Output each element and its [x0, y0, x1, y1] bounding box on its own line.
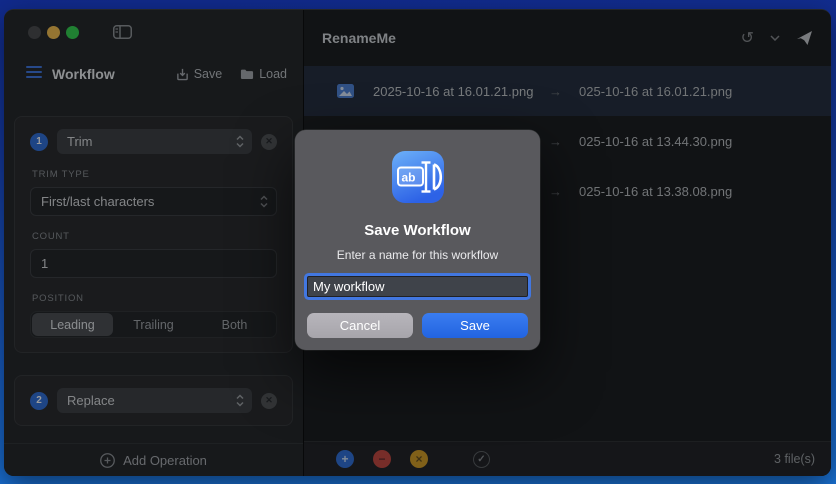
- close-icon: ✕: [265, 395, 273, 405]
- icon-letters: ab: [401, 171, 415, 185]
- up-down-chevrons-icon: [236, 135, 244, 148]
- renamed-filename: 025-10-16 at 13.44.30.png: [579, 133, 733, 149]
- file-row[interactable]: 2025-10-16 at 16.01.21.png → 025-10-16 a…: [304, 66, 831, 116]
- menu-icon[interactable]: [26, 65, 42, 83]
- add-operation-label: Add Operation: [123, 452, 207, 468]
- main-header: RenameMe ↺: [304, 10, 831, 66]
- dialog-subtitle: Enter a name for this workflow: [336, 248, 499, 262]
- save-icon: [176, 68, 188, 80]
- rename-arrow-icon: →: [549, 133, 562, 149]
- remove-operation-button[interactable]: ✕: [261, 392, 277, 409]
- save-workflow-dialog: ab Save Workflow Enter a name for this w…: [295, 130, 540, 350]
- position-segmented-control: Leading Trailing Both: [30, 311, 277, 338]
- up-down-chevrons-icon: [236, 394, 244, 407]
- folder-icon: [241, 69, 254, 79]
- sidebar-toggle-icon[interactable]: [113, 25, 132, 39]
- bottom-toolbar: + − × ✓ 3 file(s): [304, 441, 831, 476]
- close-button[interactable]: [28, 25, 41, 39]
- operation-number-badge: 2: [30, 391, 48, 410]
- operation-card-1: 1 Trim ✕ TRIM TYPE First/last characters…: [14, 116, 293, 353]
- plus-icon: +: [341, 452, 349, 466]
- count-input[interactable]: [41, 256, 268, 271]
- renamed-filename: 025-10-16 at 13.38.08.png: [579, 183, 733, 199]
- segment-leading[interactable]: Leading: [32, 313, 113, 336]
- rename-arrow-icon: →: [549, 83, 562, 99]
- operation-number-badge: 1: [30, 132, 48, 151]
- add-files-button[interactable]: +: [336, 450, 354, 468]
- cancel-button[interactable]: Cancel: [307, 313, 413, 338]
- segment-both[interactable]: Both: [194, 313, 275, 336]
- renamed-filename: 025-10-16 at 16.01.21.png: [579, 83, 733, 99]
- workflow-title: Workflow: [52, 66, 115, 82]
- position-label: POSITION: [32, 293, 84, 304]
- operation-type-value: Replace: [67, 393, 115, 408]
- undo-history-icon[interactable]: ↺: [741, 28, 754, 48]
- minus-icon: −: [378, 452, 386, 466]
- cross-icon: ×: [415, 452, 423, 466]
- titlebar: [4, 10, 303, 54]
- operation-type-select[interactable]: Trim: [57, 129, 252, 154]
- original-filename: 2025-10-16 at 16.01.21.png: [373, 83, 534, 99]
- send-icon[interactable]: [796, 30, 813, 46]
- check-icon: ✓: [477, 453, 486, 465]
- operation-card-2: 2 Replace ✕: [14, 375, 293, 426]
- app-title: RenameMe: [322, 30, 396, 46]
- add-operation-button[interactable]: Add Operation: [4, 443, 303, 476]
- renameme-app-icon: ab: [391, 150, 445, 209]
- workflow-panel: Workflow Save Load 1 Trim ✕ TRIM TYPE Fi…: [4, 10, 304, 476]
- save-label: Save: [193, 67, 223, 81]
- plus-circle-icon: [100, 452, 115, 468]
- chevron-down-icon[interactable]: [770, 35, 780, 41]
- close-icon: ✕: [265, 136, 273, 146]
- rename-arrow-icon: →: [549, 183, 562, 199]
- trim-type-select[interactable]: First/last characters: [30, 187, 277, 216]
- dialog-title: Save Workflow: [364, 222, 471, 239]
- workflow-name-input[interactable]: [307, 276, 528, 297]
- trim-type-value: First/last characters: [41, 194, 155, 209]
- image-file-icon: [337, 84, 355, 98]
- remove-operation-button[interactable]: ✕: [261, 133, 277, 150]
- remove-files-button[interactable]: −: [373, 450, 391, 468]
- count-field: [30, 249, 277, 278]
- apply-rename-button[interactable]: ✓: [473, 450, 490, 468]
- load-label: Load: [259, 67, 287, 81]
- clear-files-button[interactable]: ×: [410, 450, 428, 468]
- workflow-header: Workflow Save Load: [4, 54, 303, 94]
- count-label: COUNT: [32, 231, 70, 242]
- segment-trailing[interactable]: Trailing: [113, 313, 194, 336]
- up-down-chevrons-icon: [260, 195, 268, 208]
- minimize-button[interactable]: [47, 25, 60, 39]
- operation-type-select[interactable]: Replace: [57, 388, 252, 413]
- file-count-status: 3 file(s): [774, 452, 815, 466]
- save-button[interactable]: Save: [422, 313, 528, 338]
- operation-type-value: Trim: [67, 134, 93, 149]
- zoom-button[interactable]: [66, 25, 79, 39]
- trim-type-label: TRIM TYPE: [32, 169, 90, 180]
- load-workflow-button[interactable]: Load: [240, 67, 287, 81]
- save-workflow-button[interactable]: Save: [176, 67, 223, 81]
